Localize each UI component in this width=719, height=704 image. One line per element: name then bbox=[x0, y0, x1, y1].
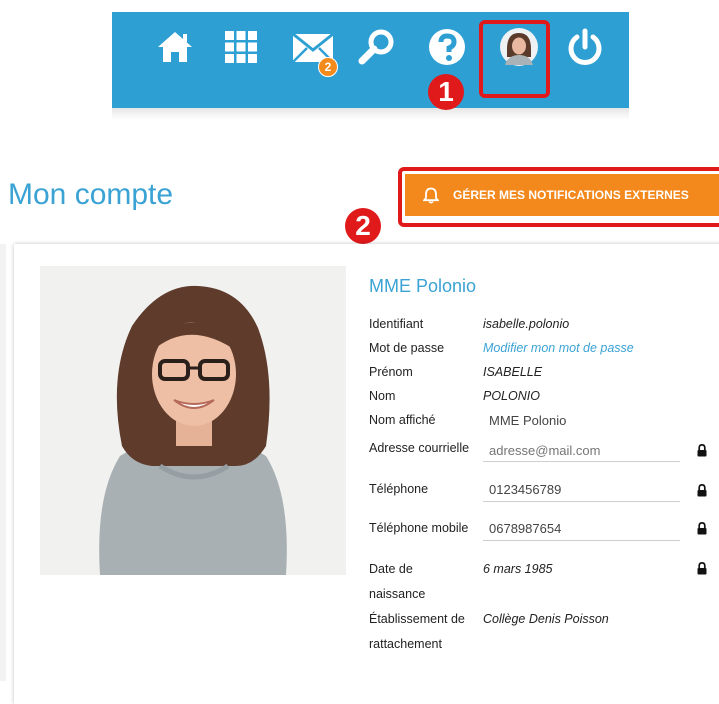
step-marker-1: 1 bbox=[428, 74, 464, 110]
lock-icon bbox=[697, 562, 707, 580]
label-prenom: Prénom bbox=[369, 365, 413, 379]
label-password: Mot de passe bbox=[369, 341, 445, 355]
lock-icon bbox=[697, 522, 707, 540]
step-marker-2: 2 bbox=[345, 208, 381, 244]
page-title: Mon compte bbox=[8, 178, 174, 211]
value-nom: POLONIO bbox=[483, 389, 540, 403]
lock-icon bbox=[697, 484, 707, 502]
label-identifiant: Identifiant bbox=[369, 317, 424, 331]
label-nom-affiche: Nom affiché bbox=[369, 413, 436, 427]
highlight-box-notifications bbox=[398, 167, 719, 227]
value-dob: 6 mars 1985 bbox=[483, 562, 553, 576]
mail-count-badge: 2 bbox=[318, 57, 338, 77]
label-dob-line1: Date de bbox=[369, 562, 413, 576]
profile-photo bbox=[40, 266, 346, 575]
label-email: Adresse courrielle bbox=[369, 441, 470, 455]
search-icon[interactable] bbox=[354, 24, 400, 70]
power-icon[interactable] bbox=[562, 24, 608, 70]
profile-name: MME Polonio bbox=[369, 276, 477, 296]
home-icon[interactable] bbox=[152, 24, 198, 70]
change-password-link[interactable]: Modifier mon mot de passe bbox=[483, 338, 634, 358]
label-nom: Nom bbox=[369, 389, 396, 403]
topbar-shadow bbox=[112, 108, 629, 120]
email-field[interactable] bbox=[483, 440, 680, 462]
highlight-box-avatar bbox=[479, 20, 550, 98]
telephone-field[interactable]: 0123456789 bbox=[483, 480, 680, 502]
apps-grid-icon[interactable] bbox=[218, 24, 264, 70]
label-mobile: Téléphone mobile bbox=[369, 521, 469, 535]
label-etab-line1: Établissement de bbox=[369, 612, 465, 626]
display-name-field[interactable]: MME Polonio bbox=[483, 411, 680, 433]
label-telephone: Téléphone bbox=[369, 482, 429, 496]
label-etab-line2: rattachement bbox=[369, 637, 442, 651]
lock-icon bbox=[697, 444, 707, 462]
help-icon[interactable] bbox=[424, 24, 470, 70]
value-etablissement: Collège Denis Poisson bbox=[483, 612, 609, 626]
mobile-field[interactable]: 0678987654 bbox=[483, 519, 680, 541]
value-identifiant: isabelle.polonio bbox=[483, 317, 570, 331]
value-prenom: ISABELLE bbox=[483, 365, 543, 379]
page-background bbox=[0, 244, 6, 681]
label-dob-line2: naissance bbox=[369, 587, 426, 601]
